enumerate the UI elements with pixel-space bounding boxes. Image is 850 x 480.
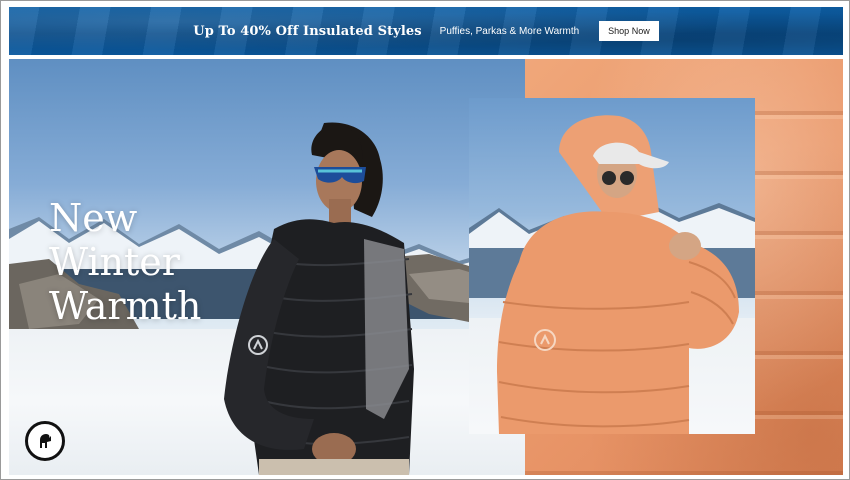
headline-line-1: New [49,196,138,240]
hero-banner[interactable]: New Winter Warmth [9,59,843,475]
model-orange-puffer-figure [497,115,739,434]
promo-subtitle[interactable]: Puffies, Parkas & More Warmth [440,26,580,37]
promo-banner[interactable]: Up To 40% Off Insulated Styles Puffies, … [9,7,843,55]
brand-logo-badge[interactable] [25,421,65,461]
inset-image-orange-puffer[interactable] [469,98,755,434]
promo-content: Up To 40% Off Insulated Styles Puffies, … [9,7,843,55]
hero-headline[interactable]: New Winter Warmth [49,196,201,328]
headline-line-3: Warmth [49,284,202,328]
model-black-puffer-figure [224,122,414,475]
shop-now-button[interactable]: Shop Now [599,21,659,41]
hero-image-black-jacket[interactable]: New Winter Warmth [9,59,527,475]
page-frame: Up To 40% Off Insulated Styles Puffies, … [0,0,850,480]
goat-logo-icon [40,434,51,448]
promo-title[interactable]: Up To 40% Off Insulated Styles [193,24,421,39]
headline-line-2: Winter [49,240,180,284]
